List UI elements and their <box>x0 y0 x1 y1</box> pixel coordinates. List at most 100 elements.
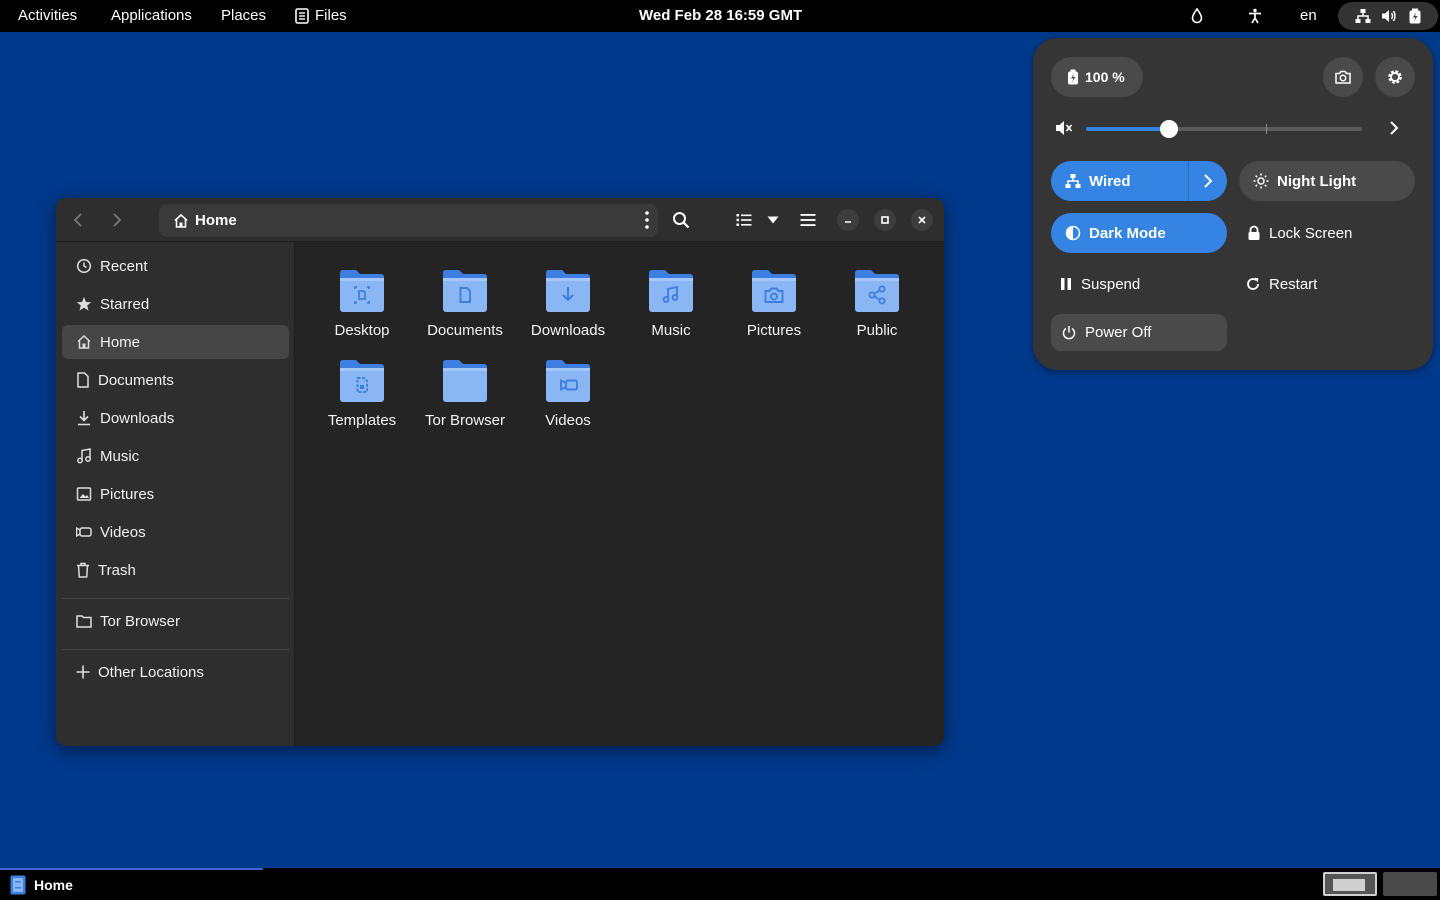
home-icon <box>174 213 188 228</box>
activities-button[interactable]: Activities <box>18 0 77 32</box>
file-label: Videos <box>545 412 591 429</box>
files-app-icon <box>10 875 26 895</box>
folder-desktop-icon <box>340 270 384 312</box>
sidebar-item-label: Downloads <box>100 409 175 427</box>
view-options-dropdown[interactable] <box>758 205 788 235</box>
applications-menu[interactable]: Applications <box>111 0 192 32</box>
network-wired-icon <box>1065 174 1081 188</box>
keyboard-layout-indicator[interactable]: en <box>1300 0 1317 32</box>
sidebar-item-home[interactable]: Home <box>62 325 289 359</box>
night-light-indicator[interactable] <box>1189 0 1205 32</box>
wired-toggle[interactable]: Wired <box>1051 161 1227 201</box>
sidebar-item-label: Music <box>100 447 140 465</box>
places-menu[interactable]: Places <box>221 0 266 32</box>
folder-public[interactable]: Public <box>827 268 927 339</box>
sidebar-item-videos[interactable]: Videos <box>62 515 289 549</box>
forward-button[interactable] <box>102 205 132 235</box>
folder-public-icon <box>855 270 899 312</box>
volume-slider-knob[interactable] <box>1160 120 1178 138</box>
minimize-button[interactable] <box>837 209 859 231</box>
search-button[interactable] <box>666 205 696 235</box>
night-light-label: Night Light <box>1277 172 1357 190</box>
sidebar-separator <box>62 649 289 650</box>
workspace-window-thumbnail <box>1333 879 1365 891</box>
maximize-button[interactable] <box>874 209 896 231</box>
sidebar-item-pictures[interactable]: Pictures <box>62 477 289 511</box>
download-icon <box>78 411 90 426</box>
path-label: Home <box>195 212 237 229</box>
folder-desktop[interactable]: Desktop <box>312 268 412 339</box>
back-button[interactable] <box>63 205 93 235</box>
suspend-button[interactable]: Suspend <box>1051 264 1227 304</box>
plus-icon <box>76 665 90 679</box>
folder-pictures[interactable]: Pictures <box>724 268 824 339</box>
sidebar-item-label: Home <box>100 333 141 351</box>
hamburger-menu-icon <box>800 214 816 226</box>
folder-tor-browser[interactable]: Tor Browser <box>415 358 515 429</box>
power-off-button[interactable]: Power Off <box>1051 314 1227 351</box>
restart-label: Restart <box>1269 275 1318 293</box>
folder-pictures-icon <box>752 270 796 312</box>
accessibility-menu[interactable] <box>1247 0 1263 32</box>
path-menu-button[interactable] <box>644 210 650 234</box>
folder-templates-icon <box>340 360 384 402</box>
volume-output-expand-button[interactable] <box>1385 119 1403 142</box>
list-view-button[interactable] <box>729 205 759 235</box>
sidebar-item-tor-browser[interactable]: Tor Browser <box>62 604 289 638</box>
location-path-bar[interactable]: Home <box>159 204 658 237</box>
files-icon <box>295 8 309 24</box>
close-button[interactable] <box>911 209 933 231</box>
battery-icon <box>1409 8 1420 24</box>
trash-icon <box>77 562 89 578</box>
file-label: Music <box>651 322 691 339</box>
restart-button[interactable]: Restart <box>1239 264 1415 304</box>
battery-status-button[interactable]: 100 % <box>1051 57 1143 97</box>
folder-downloads[interactable]: Downloads <box>518 268 618 339</box>
music-icon <box>77 448 91 464</box>
caret-down-icon <box>767 216 779 224</box>
lock-screen-label: Lock Screen <box>1269 224 1353 242</box>
sidebar-separator <box>62 598 289 599</box>
picture-icon <box>76 487 92 501</box>
lock-screen-button[interactable]: Lock Screen <box>1239 213 1415 253</box>
main-menu-button[interactable] <box>793 205 823 235</box>
workspace-1[interactable] <box>1323 872 1377 896</box>
sidebar-item-starred[interactable]: Starred <box>62 287 289 321</box>
system-menu-button[interactable] <box>1338 2 1438 30</box>
wired-toggle-main[interactable]: Wired <box>1051 161 1189 201</box>
settings-button[interactable] <box>1375 57 1415 97</box>
sidebar-item-label: Trash <box>98 561 136 579</box>
dark-mode-label: Dark Mode <box>1089 224 1166 242</box>
clock[interactable]: Wed Feb 28 16:59 GMT <box>639 0 802 32</box>
night-light-toggle[interactable]: Night Light <box>1239 161 1415 201</box>
folder-music[interactable]: Music <box>621 268 721 339</box>
folder-videos[interactable]: Videos <box>518 358 618 429</box>
volume-slider-fill <box>1086 127 1169 131</box>
wired-expand-button[interactable] <box>1189 161 1227 201</box>
sidebar-item-trash[interactable]: Trash <box>62 553 289 587</box>
sidebar-item-other-locations[interactable]: Other Locations <box>62 655 289 689</box>
taskbar-window-label: Home <box>34 877 73 893</box>
workspace-2[interactable] <box>1383 872 1437 896</box>
sidebar-item-recent[interactable]: Recent <box>62 249 289 283</box>
volume-slider[interactable] <box>1086 120 1362 138</box>
volume-slider-mark <box>1266 124 1267 134</box>
dark-mode-toggle[interactable]: Dark Mode <box>1051 213 1227 253</box>
folder-documents[interactable]: Documents <box>415 268 515 339</box>
screenshot-button[interactable] <box>1323 57 1363 97</box>
folder-templates[interactable]: Templates <box>312 358 412 429</box>
files-app-label: Files <box>315 7 347 24</box>
search-icon <box>673 212 690 229</box>
file-label: Documents <box>427 322 503 339</box>
folder-music-icon <box>649 270 693 312</box>
accessibility-icon <box>1249 8 1261 24</box>
taskbar-window-home[interactable]: Home <box>0 868 263 900</box>
mute-toggle[interactable] <box>1055 119 1073 142</box>
sidebar-item-label: Other Locations <box>98 663 204 681</box>
files-app-menu[interactable]: Files <box>295 0 347 32</box>
sidebar-item-documents[interactable]: Documents <box>62 363 289 397</box>
sidebar-item-label: Documents <box>98 371 174 389</box>
sidebar-item-music[interactable]: Music <box>62 439 289 473</box>
minimize-icon <box>845 221 851 223</box>
sidebar-item-downloads[interactable]: Downloads <box>62 401 289 435</box>
